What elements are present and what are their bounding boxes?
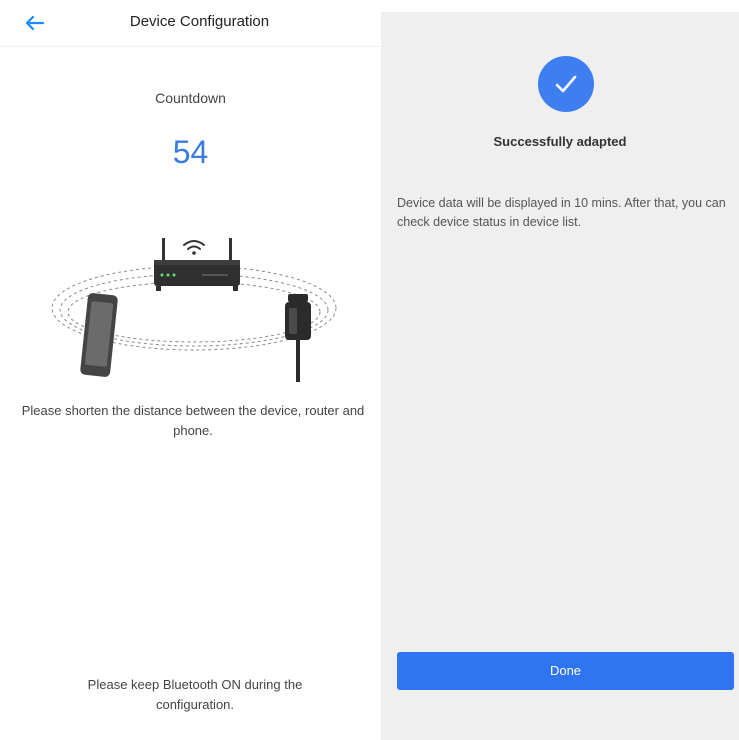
page-title: Device Configuration xyxy=(129,13,270,30)
wifi-icon xyxy=(183,240,205,255)
config-panel: Device Configuration Countdown 54 Please… xyxy=(0,0,381,740)
arrow-left-icon xyxy=(25,15,45,31)
success-title: Successfully adapted xyxy=(493,134,627,149)
countdown-label: Countdown xyxy=(155,90,226,106)
countdown-value: 54 xyxy=(172,134,209,170)
done-button[interactable]: Done xyxy=(397,652,734,690)
bluetooth-notice: Please keep Bluetooth ON during the conf… xyxy=(87,677,303,712)
success-panel: Successfully adapted Device data will be… xyxy=(381,12,739,740)
check-circle-icon xyxy=(538,56,594,112)
pairing-illustration xyxy=(44,228,344,393)
nav-bar: Device Configuration xyxy=(0,0,381,47)
screen: Device Configuration Countdown 54 Please… xyxy=(0,0,739,740)
distance-hint: Please shorten the distance between the … xyxy=(21,403,365,438)
success-description: Device data will be displayed in 10 mins… xyxy=(397,196,726,229)
back-button[interactable] xyxy=(22,11,48,35)
phone-icon xyxy=(80,293,118,377)
device-icon xyxy=(285,294,311,382)
router-icon xyxy=(154,238,240,291)
